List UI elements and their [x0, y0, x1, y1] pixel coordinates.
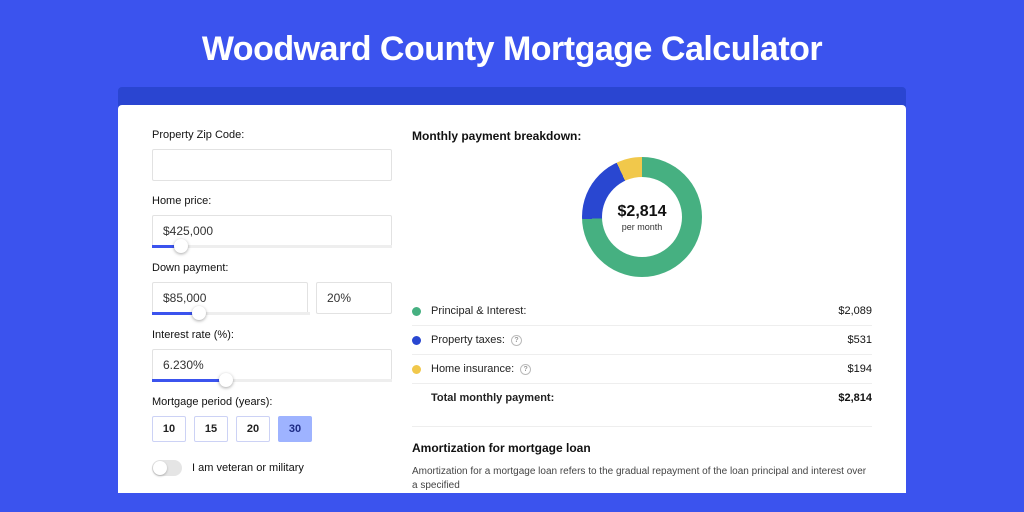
home-price-input[interactable] [152, 215, 392, 247]
amortization-section: Amortization for mortgage loan Amortizat… [412, 426, 872, 493]
legend-dot-pt [412, 336, 421, 345]
legend-dot-pi [412, 307, 421, 316]
period-buttons: 10 15 20 30 [152, 416, 392, 442]
interest-rate-slider[interactable] [152, 379, 392, 382]
breakdown-value-pt: $531 [848, 334, 872, 346]
donut-chart: $2,814 per month [582, 157, 702, 277]
slider-thumb[interactable] [219, 373, 233, 387]
donut-sublabel: per month [622, 222, 663, 232]
breakdown-label-pi: Principal & Interest: [431, 305, 838, 317]
legend-dot-hi [412, 365, 421, 374]
amortization-text: Amortization for a mortgage loan refers … [412, 465, 872, 493]
breakdown-row-pt: Property taxes: ? $531 [412, 326, 872, 355]
field-zip: Property Zip Code: [152, 129, 392, 181]
donut-center: $2,814 per month [582, 157, 702, 277]
home-price-label: Home price: [152, 195, 392, 207]
field-down-payment: Down payment: [152, 262, 392, 315]
field-period: Mortgage period (years): 10 15 20 30 [152, 396, 392, 442]
breakdown-label-hi: Home insurance: ? [431, 363, 848, 375]
period-30-button[interactable]: 30 [278, 416, 312, 442]
period-15-button[interactable]: 15 [194, 416, 228, 442]
down-payment-label: Down payment: [152, 262, 392, 274]
breakdown-title: Monthly payment breakdown: [412, 129, 872, 143]
veteran-label: I am veteran or military [192, 462, 304, 474]
card-inner: Property Zip Code: Home price: Down paym… [118, 105, 906, 493]
breakdown-row-pi: Principal & Interest: $2,089 [412, 297, 872, 326]
field-home-price: Home price: [152, 195, 392, 248]
toggle-knob [153, 461, 167, 475]
breakdown-value-hi: $194 [848, 363, 872, 375]
zip-label: Property Zip Code: [152, 129, 392, 141]
breakdown-row-hi: Home insurance: ? $194 [412, 355, 872, 384]
slider-thumb[interactable] [174, 239, 188, 253]
breakdown-value-pi: $2,089 [838, 305, 872, 317]
form-column: Property Zip Code: Home price: Down paym… [152, 129, 392, 493]
breakdown-label-pt-text: Property taxes: [431, 334, 505, 346]
home-price-slider[interactable] [152, 245, 392, 248]
page-title: Woodward County Mortgage Calculator [0, 0, 1024, 87]
breakdown-list: Principal & Interest: $2,089 Property ta… [412, 297, 872, 412]
field-interest-rate: Interest rate (%): [152, 329, 392, 382]
donut-chart-wrap: $2,814 per month [412, 143, 872, 291]
amortization-title: Amortization for mortgage loan [412, 441, 872, 455]
breakdown-value-total: $2,814 [838, 392, 872, 404]
interest-rate-label: Interest rate (%): [152, 329, 392, 341]
breakdown-label-pt: Property taxes: ? [431, 334, 848, 346]
slider-thumb[interactable] [192, 306, 206, 320]
breakdown-label-hi-text: Home insurance: [431, 363, 514, 375]
down-payment-amount-input[interactable] [152, 282, 308, 314]
veteran-toggle[interactable] [152, 460, 182, 476]
breakdown-row-total: Total monthly payment: $2,814 [412, 384, 872, 412]
interest-rate-input[interactable] [152, 349, 392, 381]
period-20-button[interactable]: 20 [236, 416, 270, 442]
info-icon[interactable]: ? [511, 335, 522, 346]
breakdown-column: Monthly payment breakdown: $2,814 per mo… [412, 129, 872, 493]
zip-input[interactable] [152, 149, 392, 181]
donut-amount: $2,814 [618, 203, 667, 221]
breakdown-label-total: Total monthly payment: [431, 392, 838, 404]
info-icon[interactable]: ? [520, 364, 531, 375]
card-outer: Property Zip Code: Home price: Down paym… [118, 87, 906, 493]
period-label: Mortgage period (years): [152, 396, 392, 408]
down-payment-percent-input[interactable] [316, 282, 392, 314]
period-10-button[interactable]: 10 [152, 416, 186, 442]
down-payment-slider[interactable] [152, 312, 310, 315]
field-veteran: I am veteran or military [152, 460, 392, 476]
